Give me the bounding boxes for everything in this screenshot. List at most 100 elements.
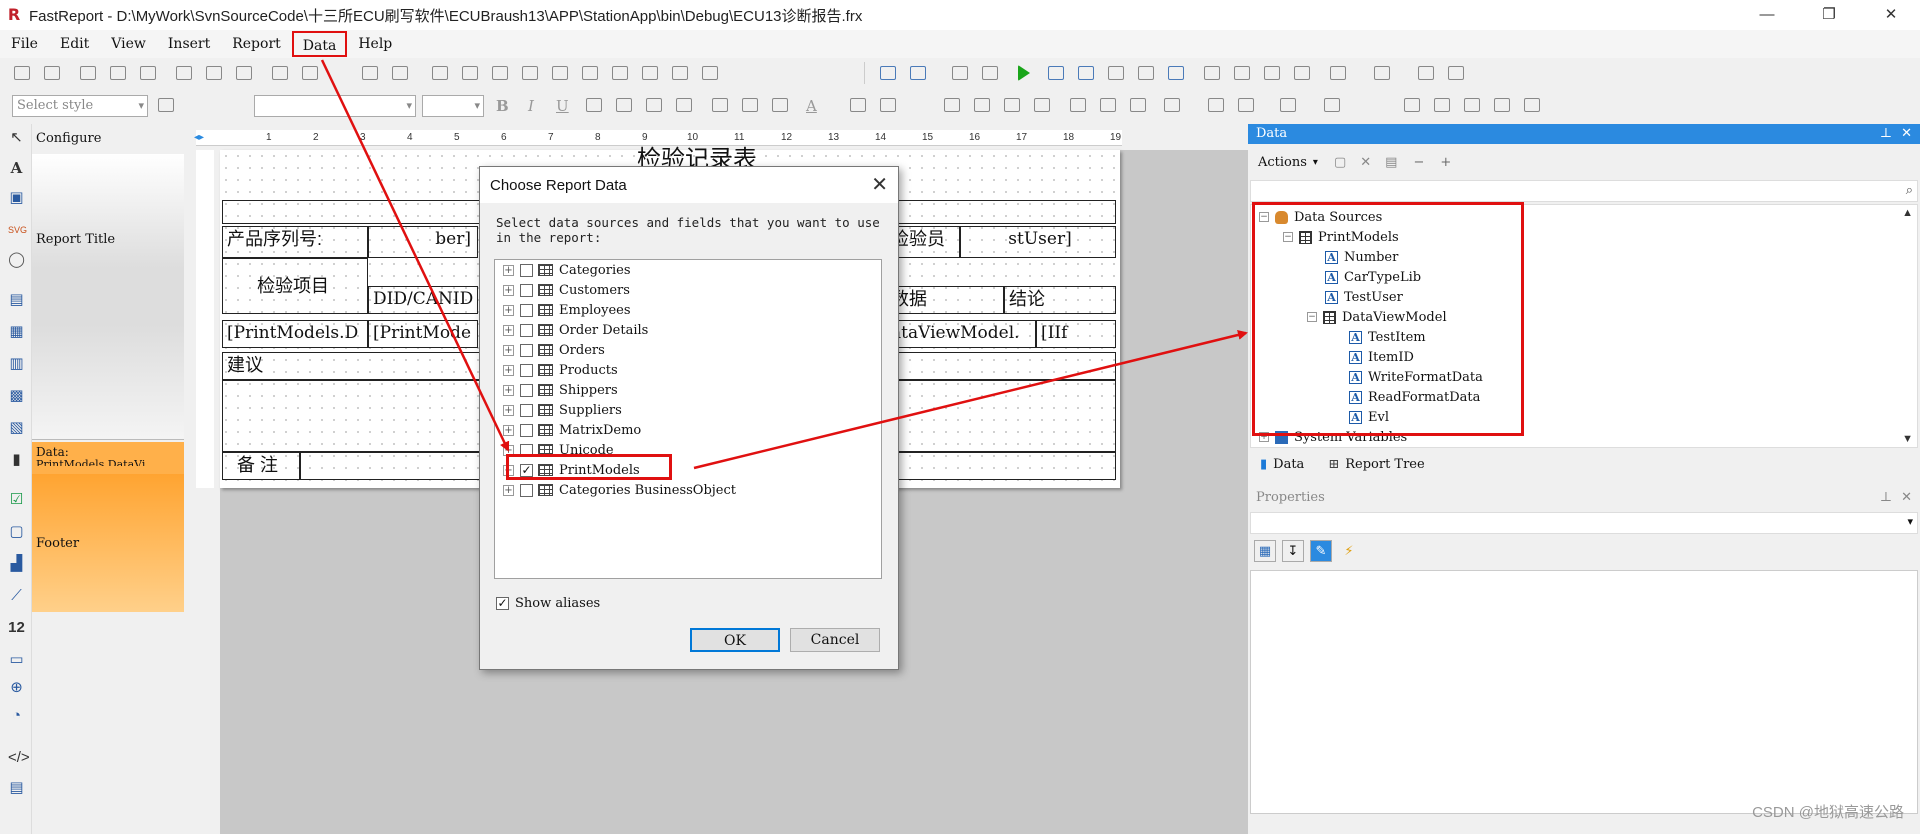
line-color-icon[interactable] — [1238, 98, 1254, 112]
space-vert-icon[interactable] — [302, 66, 318, 80]
html-object-icon[interactable]: </> — [8, 750, 30, 766]
valign-bottom-icon[interactable] — [772, 98, 788, 112]
new-page-icon[interactable] — [1048, 66, 1064, 80]
row-cell-1[interactable]: [PrintModels.D — [222, 320, 368, 348]
show-aliases-checkbox[interactable]: ✓ — [496, 597, 509, 610]
band-footer[interactable]: Footer — [32, 474, 184, 612]
grid-icon[interactable] — [1494, 98, 1510, 112]
tab-data[interactable]: Data — [1273, 457, 1304, 472]
result-label-cell[interactable]: 结论 — [1004, 286, 1116, 314]
delete-object-icon[interactable] — [1524, 98, 1540, 112]
menu-report[interactable]: Report — [221, 31, 292, 57]
dec-vspacing-icon[interactable] — [552, 66, 568, 80]
remove-spacing-icon[interactable] — [492, 66, 508, 80]
serial-label-cell[interactable]: 产品序列号: — [222, 226, 368, 258]
fill-color-icon[interactable] — [1164, 98, 1180, 112]
style-select[interactable]: Select style — [12, 95, 148, 117]
cut-icon[interactable] — [1204, 66, 1220, 80]
bar-chart-icon[interactable]: ▟ — [8, 556, 25, 572]
data-source-item[interactable]: + Shippers — [503, 380, 618, 400]
underline-icon[interactable]: U — [556, 97, 569, 115]
text-justify-icon[interactable] — [676, 98, 692, 112]
cancel-button[interactable]: Cancel — [790, 628, 880, 652]
serial-value-cell[interactable]: ber] — [368, 226, 478, 258]
map-icon[interactable]: ⊕ — [8, 680, 25, 696]
sort-alpha-icon[interactable]: ↧ — [1282, 540, 1304, 562]
menu-file[interactable]: File — [0, 31, 49, 57]
expand-icon[interactable]: + — [503, 344, 514, 356]
menu-data[interactable]: Data — [291, 31, 348, 57]
row-cell-2[interactable]: [PrintMode — [368, 320, 478, 348]
svg-icon[interactable]: SVG — [8, 222, 27, 238]
dialog-close-icon[interactable]: ✕ — [871, 172, 888, 197]
band-data[interactable]: Data: PrintModels.DataVi — [32, 442, 184, 474]
close-window-icon[interactable]: ✕ — [1862, 0, 1920, 30]
cellular-text-icon[interactable]: ▢ — [8, 524, 25, 540]
view-icon[interactable]: ▤ — [1385, 155, 1397, 170]
events-lightning-icon[interactable]: ⚡ — [1338, 540, 1360, 562]
font-name-select[interactable] — [254, 95, 416, 117]
inc-spacing-icon[interactable] — [432, 66, 448, 80]
expand-icon[interactable]: + — [503, 404, 514, 416]
expand-icon[interactable]: + — [503, 264, 514, 276]
new-dialog-icon[interactable] — [1078, 66, 1094, 80]
number-icon[interactable]: 12 — [8, 620, 25, 636]
data-source-item[interactable]: + Categories — [503, 260, 631, 280]
data-source-checkbox[interactable] — [520, 363, 533, 377]
dist-vert-icon[interactable] — [392, 66, 408, 80]
expand-icon[interactable]: + — [503, 304, 514, 316]
expand-icon[interactable]: + — [503, 484, 514, 496]
digital-signature-icon[interactable]: ▤ — [8, 780, 25, 796]
data-source-checkbox[interactable] — [520, 403, 533, 417]
dec-spacing-icon[interactable] — [462, 66, 478, 80]
text-align-center-icon[interactable] — [616, 98, 632, 112]
align-right-icon[interactable] — [176, 66, 192, 80]
pointer-icon[interactable]: ↖ — [8, 130, 25, 146]
restore-icon[interactable]: ❐ — [1800, 0, 1858, 30]
align-middle-icon[interactable] — [110, 66, 126, 80]
panel-close-icon[interactable]: ✕ — [1901, 488, 1912, 508]
rotate-icon[interactable] — [880, 98, 896, 112]
properties-wrench-icon[interactable]: ✎ — [1310, 540, 1332, 562]
border-right-icon[interactable] — [1034, 98, 1050, 112]
data-source-item[interactable]: + Products — [503, 360, 618, 380]
row-cell-4[interactable]: [IIf — [1036, 320, 1116, 348]
collapse-icon[interactable]: − — [1413, 155, 1424, 170]
chevron-down-icon[interactable]: ▾ — [1907, 515, 1913, 528]
data-source-item[interactable]: + Employees — [503, 300, 631, 320]
scroll-up-icon[interactable]: ▲ — [1902, 207, 1913, 219]
expand-icon[interactable]: + — [503, 324, 514, 336]
font-size-select[interactable] — [422, 95, 484, 117]
shape-icon[interactable]: ◯ — [8, 252, 25, 268]
ok-button[interactable]: OK — [690, 628, 780, 652]
text-align-right-icon[interactable] — [646, 98, 662, 112]
same-width-icon[interactable] — [206, 66, 222, 80]
expand-icon[interactable]: + — [503, 364, 514, 376]
send-back-icon[interactable] — [702, 66, 718, 80]
group-icon[interactable] — [1418, 66, 1434, 80]
richtext-icon[interactable]: ▧ — [8, 420, 25, 436]
zip-code-icon[interactable]: ▭ — [8, 652, 25, 668]
move-icon[interactable] — [1404, 98, 1420, 112]
data-source-checkbox[interactable] — [520, 263, 533, 277]
same-height-icon[interactable] — [236, 66, 252, 80]
data-source-item[interactable]: + Customers — [503, 280, 630, 300]
barcode-icon[interactable]: ▮ — [8, 452, 25, 468]
save-report-icon[interactable] — [952, 66, 968, 80]
valign-top-icon[interactable] — [712, 98, 728, 112]
minimize-icon[interactable]: — — [1738, 0, 1796, 30]
data-source-checkbox[interactable] — [520, 283, 533, 297]
resize-icon[interactable] — [1434, 98, 1450, 112]
snap-icon[interactable] — [1464, 98, 1480, 112]
align-left-icon[interactable] — [14, 66, 30, 80]
search-icon[interactable]: ⌕ — [1906, 182, 1913, 198]
align-bottom-icon[interactable] — [140, 66, 156, 80]
delete-icon[interactable]: ✕ — [1360, 155, 1371, 170]
redo-icon[interactable] — [1374, 66, 1390, 80]
chart-object-icon[interactable]: ▩ — [8, 388, 25, 404]
band-report-title[interactable]: Report Title — [32, 154, 184, 440]
did-label-cell[interactable]: DID/CANID — [368, 286, 478, 314]
text-color-icon[interactable]: A — [806, 97, 817, 115]
text-align-left-icon[interactable] — [586, 98, 602, 112]
object-select[interactable]: ▾ — [1250, 512, 1918, 534]
